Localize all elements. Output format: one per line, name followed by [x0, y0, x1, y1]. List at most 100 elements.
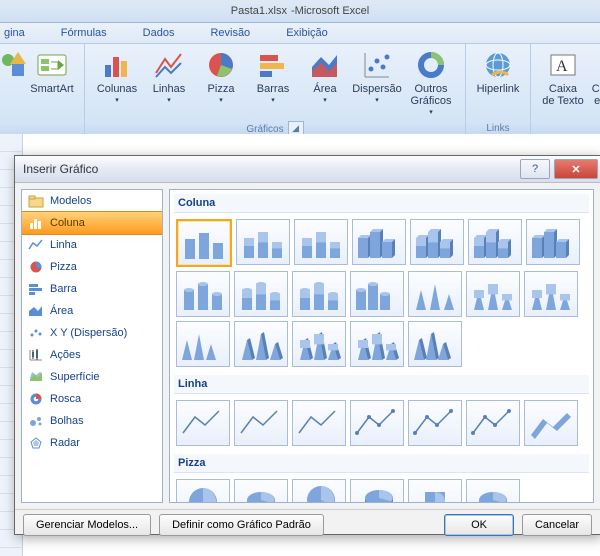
superficie-icon	[28, 369, 44, 385]
chart-subtype-linha-4[interactable]	[408, 400, 462, 446]
dialog-footer: Gerenciar Modelos... Definir como Gráfic…	[15, 509, 600, 540]
pie-chart-icon	[205, 49, 237, 81]
section-pizza: Pizza	[174, 454, 589, 473]
linha-icon	[28, 237, 44, 253]
chart-subtype-coluna-16[interactable]	[292, 321, 346, 367]
chart-subtype-coluna-7[interactable]	[176, 271, 230, 317]
dispersao-button[interactable]: Dispersão▾	[351, 46, 403, 107]
ok-button[interactable]: OK	[444, 514, 514, 536]
outros-graficos-button[interactable]: Outros Gráficos▾	[403, 46, 459, 119]
chart-subtype-coluna-17[interactable]	[350, 321, 404, 367]
tab-pagina[interactable]: gina	[0, 25, 29, 41]
area-icon	[28, 303, 44, 319]
chart-subtype-coluna-10[interactable]	[350, 271, 404, 317]
chart-subtype-coluna-12[interactable]	[466, 271, 520, 317]
category-rosca[interactable]: Rosca	[22, 388, 162, 410]
chart-subtype-coluna-1[interactable]	[236, 219, 290, 265]
category-coluna[interactable]: Coluna	[21, 211, 163, 235]
chart-subtype-pizza-1[interactable]	[234, 479, 288, 503]
line-chart-icon	[153, 49, 185, 81]
chart-subtype-coluna-15[interactable]	[234, 321, 288, 367]
chart-subtype-linha-5[interactable]	[466, 400, 520, 446]
pizza-icon	[28, 259, 44, 275]
chart-subtype-linha-6[interactable]	[524, 400, 578, 446]
chart-subtype-coluna-18[interactable]	[408, 321, 462, 367]
category-bolhas[interactable]: Bolhas	[22, 410, 162, 432]
shapes-icon	[0, 49, 29, 81]
dialog-close-button[interactable]: ✕	[554, 159, 598, 179]
chart-subtype-linha-2[interactable]	[292, 400, 346, 446]
chart-subtype-linha-1[interactable]	[234, 400, 288, 446]
chart-gallery[interactable]: Coluna Linha Pizza	[169, 189, 594, 503]
pizza-button[interactable]: Pizza▾	[195, 46, 247, 107]
help-icon: ?	[532, 163, 538, 175]
chart-subtype-pizza-0[interactable]	[176, 479, 230, 503]
column-chart-icon	[101, 49, 133, 81]
chart-subtype-pizza-4[interactable]	[408, 479, 462, 503]
chart-subtype-coluna-4[interactable]	[410, 219, 464, 265]
chart-subtype-coluna-14[interactable]	[176, 321, 230, 367]
section-coluna: Coluna	[174, 194, 589, 213]
tab-dados[interactable]: Dados	[139, 25, 179, 41]
category-superficie[interactable]: Superfície	[22, 366, 162, 388]
smartart-label: SmartArt	[30, 83, 73, 95]
chart-subtype-coluna-9[interactable]	[292, 271, 346, 317]
linhas-button[interactable]: Linhas▾	[143, 46, 195, 107]
svg-text:A: A	[556, 58, 568, 75]
acoes-icon	[28, 347, 44, 363]
chart-subtype-coluna-6[interactable]	[526, 219, 580, 265]
rosca-icon	[28, 391, 44, 407]
cancel-button[interactable]: Cancelar	[522, 514, 592, 536]
chart-subtype-pizza-5[interactable]	[466, 479, 520, 503]
ribbon-tabs: gina Fórmulas Dados Revisão Exibição	[0, 23, 600, 44]
category-modelos[interactable]: Modelos	[22, 190, 162, 212]
category-area[interactable]: Área	[22, 300, 162, 322]
section-linha: Linha	[174, 375, 589, 394]
coluna-icon	[28, 215, 44, 231]
chart-subtype-coluna-11[interactable]	[408, 271, 462, 317]
manage-templates-button[interactable]: Gerenciar Modelos...	[23, 514, 151, 536]
hyperlink-icon	[482, 49, 514, 81]
barras-button[interactable]: Barras▾	[247, 46, 299, 107]
colunas-button[interactable]: Colunas▾	[91, 46, 143, 107]
category-pizza[interactable]: Pizza	[22, 256, 162, 278]
xy-icon	[28, 325, 44, 341]
chart-subtype-coluna-2[interactable]	[294, 219, 348, 265]
tab-formulas[interactable]: Fórmulas	[57, 25, 111, 41]
area-button[interactable]: Área▾	[299, 46, 351, 107]
smartart-button[interactable]: SmartArt	[26, 46, 78, 95]
chart-subtype-linha-3[interactable]	[350, 400, 404, 446]
area-chart-icon	[309, 49, 341, 81]
category-linha[interactable]: Linha	[22, 234, 162, 256]
chart-subtype-coluna-5[interactable]	[468, 219, 522, 265]
bar-chart-icon	[257, 49, 289, 81]
app-titlebar: Pasta1.xlsx - Microsoft Excel	[0, 0, 600, 23]
category-acoes[interactable]: Ações	[22, 344, 162, 366]
bolhas-icon	[28, 413, 44, 429]
tab-revisao[interactable]: Revisão	[206, 25, 254, 41]
set-default-chart-button[interactable]: Definir como Gráfico Padrão	[159, 514, 324, 536]
smartart-icon	[36, 49, 68, 81]
tab-exibicao[interactable]: Exibição	[282, 25, 332, 41]
category-radar[interactable]: Radar	[22, 432, 162, 454]
category-xy[interactable]: X Y (Dispersão)	[22, 322, 162, 344]
chart-subtype-coluna-3[interactable]	[352, 219, 406, 265]
chart-subtype-linha-0[interactable]	[176, 400, 230, 446]
caixa-texto-button[interactable]: A Caixa de Texto	[537, 46, 589, 107]
misc-button[interactable]	[0, 46, 26, 83]
close-icon: ✕	[571, 163, 580, 176]
chart-subtype-coluna-8[interactable]	[234, 271, 288, 317]
hiperlink-button[interactable]: Hiperlink	[472, 46, 524, 95]
modelos-icon	[28, 193, 44, 209]
dialog-titlebar[interactable]: Inserir Gráfico ? ✕	[15, 156, 600, 183]
chart-subtype-pizza-2[interactable]	[292, 479, 346, 503]
doc-title: Pasta1.xlsx	[231, 5, 287, 17]
chart-subtype-pizza-3[interactable]	[350, 479, 404, 503]
cabecalho-rodape-button[interactable]: Cabeçalho e Rodapé	[589, 46, 600, 107]
dialog-help-button[interactable]: ?	[520, 159, 550, 179]
chart-category-list[interactable]: ModelosColunaLinhaPizzaBarraÁreaX Y (Dis…	[21, 189, 163, 503]
app-name: Microsoft Excel	[295, 5, 370, 17]
chart-subtype-coluna-13[interactable]	[524, 271, 578, 317]
chart-subtype-coluna-0[interactable]	[176, 219, 232, 267]
category-barra[interactable]: Barra	[22, 278, 162, 300]
